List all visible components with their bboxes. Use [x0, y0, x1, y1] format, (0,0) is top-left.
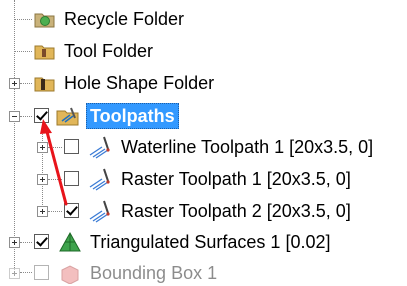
annotation-arrow-icon [40, 119, 68, 206]
project-tree: Recycle Folder Tool Folder Hole Shape Fo… [0, 0, 407, 284]
